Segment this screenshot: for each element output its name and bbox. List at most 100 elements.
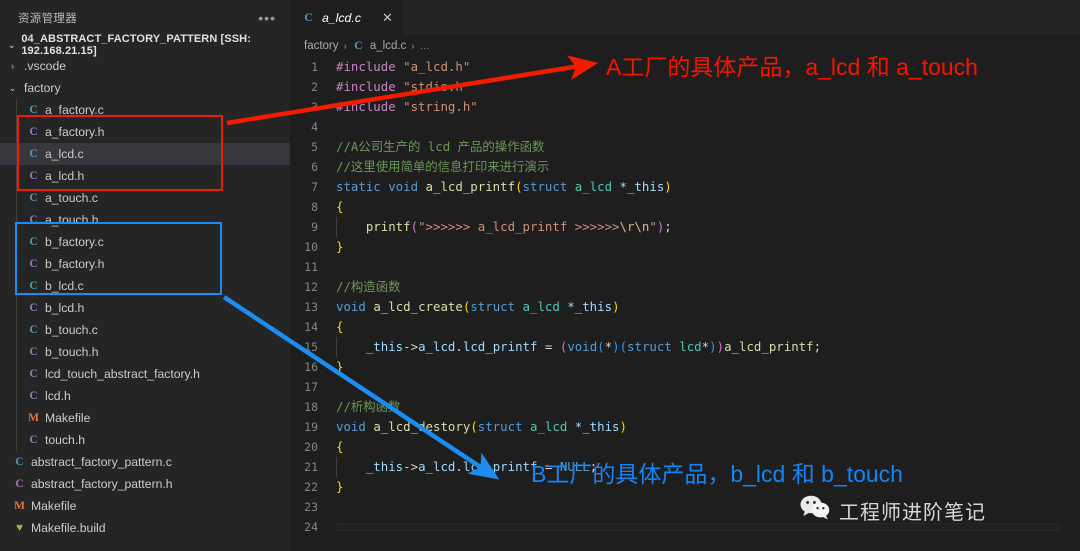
code-token: \r\n [619,219,650,234]
file-tree-item[interactable]: Cb_touch.h [0,341,290,363]
file-tree-item[interactable]: Ca_touch.c [0,187,290,209]
breadcrumb-folder[interactable]: factory [304,40,339,52]
code-token: * [701,339,710,354]
file-tree-item[interactable]: Cb_factory.c [0,231,290,253]
file-tree-item-label: Makefile [45,411,91,425]
file-tree-item[interactable]: Ca_touch.h [0,209,290,231]
code-line[interactable]: 17 [290,377,1080,397]
c-file-icon: C [29,236,38,248]
file-tree-item-label: .vscode [24,59,67,73]
line-number: 14 [304,320,318,334]
file-tree-item[interactable]: Clcd_touch_abstract_factory.h [0,363,290,385]
h-file-icon: C [29,258,38,270]
code-line[interactable]: 9 printf(">>>>>> a_lcd_printf >>>>>>\r\n… [290,217,1080,237]
file-tree-item[interactable]: Ctouch.h [0,429,290,451]
indent-guide [336,337,337,357]
file-tree-item[interactable]: Ca_factory.h [0,121,290,143]
code-line[interactable]: 7 static void a_lcd_printf(struct a_lcd *… [290,177,1080,197]
code-line[interactable]: 14 { [290,317,1080,337]
file-tree-item[interactable]: Cb_factory.h [0,253,290,275]
code-token: a_lcd [529,419,575,434]
file-tree-item-label: b_lcd.h [45,301,85,315]
chevron-right-icon[interactable]: › [6,61,19,71]
c-file-icon: C [304,11,313,24]
file-tree-item-label: a_lcd.c [45,147,84,161]
file-tree-item[interactable]: Cb_lcd.h [0,297,290,319]
file-tree-item-label: Makefile.build [31,521,106,535]
file-tree-item[interactable]: Ca_lcd.h [0,165,290,187]
file-tree-item-label: Makefile [31,499,77,513]
code-line[interactable]: 15 _this->a_lcd.lcd_printf = (void(*)(st… [290,337,1080,357]
file-tree-item[interactable]: Clcd.h [0,385,290,407]
chevron-down-icon[interactable]: ⌄ [6,83,19,94]
line-number: 7 [311,180,318,194]
code-token: ( [619,339,628,354]
code-token: } [336,239,344,254]
code-line-text: { [336,317,1080,337]
code-line[interactable]: 6 //这里使用简单的信息打印来进行演示 [290,157,1080,177]
m-file-icon: M [14,500,25,512]
code-token: ) [612,299,620,314]
editor-tab-bar: C a_lcd.c ✕ [290,0,1080,35]
indent-guide [16,253,17,275]
explorer-root-folder[interactable]: ⌄ 04_ABSTRACT_FACTORY_PATTERN [SSH: 192.… [0,33,290,57]
code-line-text: //A公司生产的 lcd 产品的操作函数 [336,137,1080,157]
editor-tab-a-lcd-c[interactable]: C a_lcd.c ✕ [290,0,404,35]
file-tree-item[interactable]: Cabstract_factory_pattern.c [0,451,290,473]
explorer-title: 资源管理器 [18,12,77,25]
breadcrumb-file[interactable]: a_lcd.c [370,40,406,52]
code-token: #include [336,59,404,74]
explorer-more-actions-icon[interactable]: ••• [258,11,276,25]
file-tree-item[interactable]: M Makefile [0,495,290,517]
code-line[interactable]: 18 //析构函数 [290,397,1080,417]
line-number: 23 [304,500,318,514]
code-line[interactable]: 5 //A公司生产的 lcd 产品的操作函数 [290,137,1080,157]
code-line[interactable]: 10} [290,237,1080,257]
code-token: *_this [619,179,665,194]
code-line-text: //析构函数 [336,397,1080,417]
line-number: 2 [311,80,318,94]
line-number: 12 [304,280,318,294]
code-line[interactable]: 11 [290,257,1080,277]
file-tree-item[interactable]: Cb_touch.c [0,319,290,341]
file-tree-item-label: touch.h [45,433,85,447]
file-tree-item[interactable]: Cb_lcd.c [0,275,290,297]
line-number: 19 [304,420,318,434]
file-tree-item[interactable]: ♥ Makefile.build [0,517,290,539]
indent-guide [336,457,337,477]
file-tree-item[interactable]: Cabstract_factory_pattern.h [0,473,290,495]
code-token: //A公司生产的 lcd 产品的操作函数 [336,139,545,154]
watermark-text: 工程师进阶笔记 [839,501,986,524]
code-line[interactable]: 12 //构造函数 [290,277,1080,297]
code-line[interactable]: 8{ [290,197,1080,217]
line-number: 11 [304,260,318,274]
file-tree-item-label: a_factory.c [45,103,104,117]
code-line[interactable]: 13 void a_lcd_create(struct a_lcd *_this) [290,297,1080,317]
file-tree-item[interactable]: M Makefile [0,407,290,429]
indent-guide [16,165,17,187]
code-line[interactable]: 3 #include "string.h" [290,97,1080,117]
indent-guide [16,99,17,121]
code-line[interactable]: 20 { [290,437,1080,457]
file-tree-item[interactable]: ⌄ factory [0,77,290,99]
code-line-text: //这里使用简单的信息打印来进行演示 [336,157,1080,177]
code-line[interactable]: 4 [290,117,1080,137]
watermark: 工程师进阶笔记 [800,495,986,525]
code-line[interactable]: 16} [290,357,1080,377]
file-tree-item[interactable]: Ca_lcd.c [0,143,290,165]
breadcrumb-ellipsis[interactable]: … [420,41,430,52]
code-token: { [336,439,344,454]
code-token: "stdio.h" [403,79,471,94]
editor-tab-label: a_lcd.c [322,10,361,25]
file-tree-item[interactable]: Ca_factory.c [0,99,290,121]
indent-guide [16,297,17,319]
file-tree-item[interactable]: › .vscode [0,55,290,77]
close-icon[interactable]: ✕ [382,11,393,24]
indent-guide [16,363,17,385]
code-token: { [336,319,344,334]
code-token: #include [336,79,404,94]
chevron-right-icon: › [411,40,415,52]
code-line[interactable]: 19 void a_lcd_destory(struct a_lcd *_this… [290,417,1080,437]
